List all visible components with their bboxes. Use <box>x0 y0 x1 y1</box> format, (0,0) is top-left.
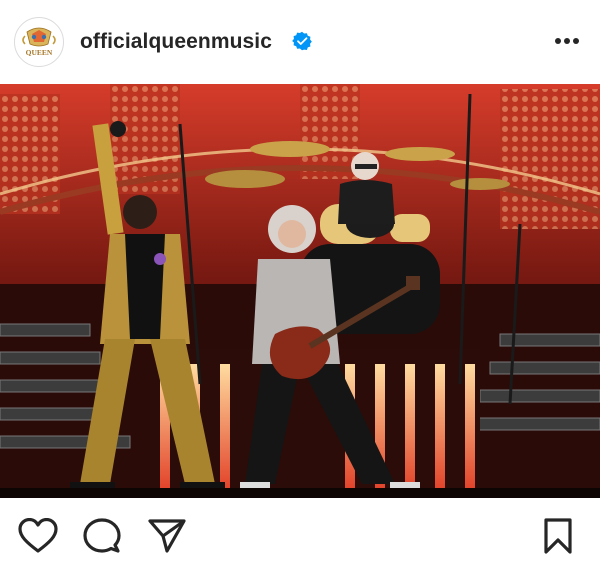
like-button[interactable] <box>18 518 58 554</box>
avatar-text: QUEEN <box>26 48 53 57</box>
avatar[interactable]: QUEEN <box>14 17 64 67</box>
heart-icon <box>18 518 58 553</box>
concert-photo <box>0 84 600 498</box>
send-icon <box>148 519 186 553</box>
save-button[interactable] <box>538 518 578 554</box>
post-photo[interactable] <box>0 84 600 498</box>
post-action-bar <box>0 498 600 571</box>
share-button[interactable] <box>147 518 187 554</box>
bookmark-icon <box>544 518 572 554</box>
queen-crest-logo: QUEEN <box>16 19 62 65</box>
comment-button[interactable] <box>82 518 122 554</box>
verified-badge-icon <box>292 31 312 51</box>
more-options-icon[interactable] <box>554 30 580 52</box>
post-header: QUEEN officialqueenmusic <box>0 0 600 84</box>
instagram-post: QUEEN officialqueenmusic <box>0 0 600 571</box>
username[interactable]: officialqueenmusic <box>80 30 272 54</box>
comment-icon <box>83 518 121 553</box>
